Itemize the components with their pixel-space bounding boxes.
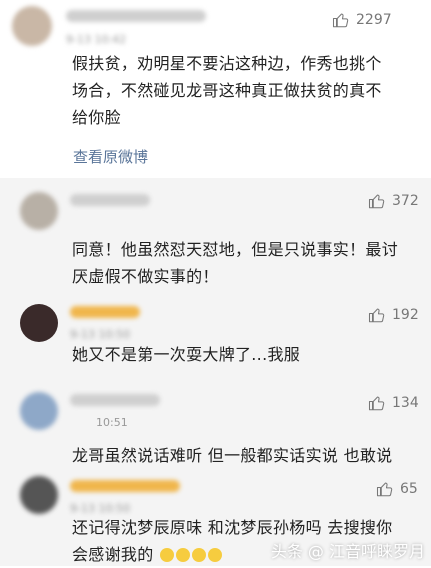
comment-line: 场合，不然碰见龙哥这种真正做扶贫的真不 (72, 81, 382, 100)
username[interactable] (70, 480, 180, 492)
view-original-weibo-link[interactable]: 查看原微博 (73, 146, 148, 167)
reply-line-text: 会感谢我的 (72, 545, 154, 564)
comment-time: 9-13 10:42 (66, 33, 127, 46)
username[interactable] (66, 10, 206, 22)
comment-line: 给你脸 (72, 108, 121, 127)
username[interactable] (70, 394, 160, 406)
like-count: 372 (392, 193, 419, 209)
avatar[interactable] (20, 304, 58, 342)
thumbs-up-icon (368, 308, 385, 323)
avatar[interactable] (20, 392, 58, 430)
like-button[interactable]: 372 (368, 192, 419, 210)
like-button[interactable]: 134 (368, 394, 419, 412)
reply-text: 龙哥虽然说话难听 但一般都实话实说 也敢说 (72, 442, 392, 469)
reply-line: 龙哥虽然说话难听 但一般都实话实说 也敢说 (72, 446, 393, 465)
username[interactable] (70, 194, 150, 206)
reply-text: 同意！他虽然怼天怼地，但是只说事实！最讨 厌虚假不做实事的！ (72, 236, 398, 290)
like-count: 65 (400, 481, 418, 497)
comment-text: 假扶贫，劝明星不要沾这种边，作秀也挑个 场合，不然碰见龙哥这种真正做扶贫的真不 … (72, 50, 382, 131)
like-count: 2297 (356, 12, 392, 28)
reply-time: 10:51 (96, 416, 128, 429)
like-count: 134 (392, 395, 419, 411)
like-button[interactable]: 2297 (332, 11, 392, 29)
watermark: 头条 @ 江音呼睐罗月 (270, 542, 425, 561)
reply-list: 372 同意！他虽然怼天怼地，但是只说事实！最讨 厌虚假不做实事的！ 9-13 … (0, 178, 431, 566)
reply-line: 还记得沈梦辰原味 和沈梦辰孙杨吗 去搜搜你 (72, 518, 393, 537)
username[interactable] (70, 306, 140, 318)
reply-line: 厌虚假不做实事的！ (72, 267, 219, 286)
thumbs-up-icon (368, 396, 385, 411)
like-button[interactable]: 192 (368, 306, 419, 324)
thumbs-up-icon (376, 482, 393, 497)
comment-line: 假扶贫，劝明星不要沾这种边，作秀也挑个 (72, 54, 382, 73)
thumbs-up-icon (368, 194, 385, 209)
avatar[interactable] (20, 476, 58, 514)
like-count: 192 (392, 307, 419, 323)
reply-item: 9-13 10:50 192 她又不是第一次耍大牌了...我服 (0, 294, 431, 376)
emoji-icon (159, 548, 174, 562)
reply-text: 她又不是第一次耍大牌了...我服 (72, 341, 300, 368)
reply-item: 372 同意！他虽然怼天怼地，但是只说事实！最讨 厌虚假不做实事的！ (0, 178, 431, 286)
emoji-icon (207, 548, 222, 562)
avatar[interactable] (20, 192, 58, 230)
thumbs-up-icon (332, 13, 349, 28)
reply-line: 她又不是第一次耍大牌了...我服 (72, 345, 301, 364)
reply-line: 同意！他虽然怼天怼地，但是只说事实！最讨 (72, 240, 399, 259)
reply-item: 10:51 134 龙哥虽然说话难听 但一般都实话实说 也敢说 (0, 386, 431, 468)
emoji-icon (191, 548, 206, 562)
reply-time: 9-13 10:50 (70, 328, 131, 341)
main-comment: 9-13 10:42 2297 假扶贫，劝明星不要沾这种边，作秀也挑个 场合，不… (0, 0, 431, 178)
avatar[interactable] (12, 6, 52, 46)
like-button[interactable]: 65 (376, 480, 418, 498)
emoji-icon (175, 548, 190, 562)
